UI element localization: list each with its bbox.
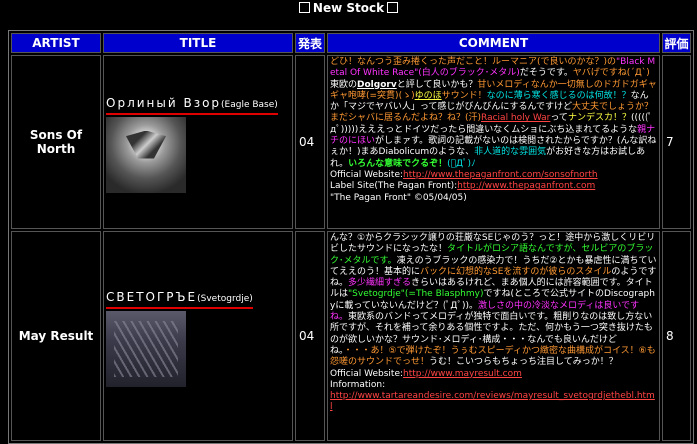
comment-text: バックに幻想的なSEを流すのが彼らのスタイル xyxy=(420,266,612,277)
album-title-main: Орлиный Взор xyxy=(106,95,222,110)
comment-cell: んな？①からクラシック譲りの荘厳なSEじゃのう？っと！途中から激しくリビリビした… xyxy=(327,231,660,441)
website-link[interactable]: http://www.thepaganfront.com/sonsofnorth xyxy=(403,170,598,180)
comment-text: って xyxy=(550,113,568,124)
comment-text: ゆのほ xyxy=(414,90,442,101)
comment-text: どひ！なんつう歪み捲くった声だこと！ルーマニア(で良いのかな？)の xyxy=(330,57,617,67)
table-row: May Result СВЕТОГРЪЕ(Svetogrdje) 04 んな？①… xyxy=(11,231,691,441)
comment-text: だそうです。 xyxy=(519,68,573,79)
comment-text: ヤバげですね(´Д`) xyxy=(572,68,650,79)
album-title: СВЕТОГРЪЕ(Svetogrdje) xyxy=(106,289,253,309)
website-label: Official Website: xyxy=(330,169,404,180)
information-label: Information: xyxy=(330,379,386,390)
checkbox-icon xyxy=(298,2,310,13)
comment-link[interactable]: Racial holy War xyxy=(481,113,550,123)
rating-cell: 8 xyxy=(662,231,691,441)
table-row: Sons Of North Орлиный Взор(Eagle Base) 0… xyxy=(11,55,691,229)
comment-text: なのに薄ら寒く感じるのは何故！？ xyxy=(486,90,631,101)
comment-text: ナンデスカ！？ xyxy=(567,113,631,124)
comment-text: 東欧の xyxy=(330,79,358,90)
label-site-label: Label Site(The Pagan Front): xyxy=(330,181,458,192)
comment-text: 多少繊細すぎる xyxy=(348,278,412,289)
release-date-cell: 04 xyxy=(295,55,325,229)
column-header-comment: COMMENT xyxy=(327,33,660,53)
album-title: Орлиный Взор(Eagle Base) xyxy=(106,95,278,115)
column-header-date: 発表 xyxy=(295,33,325,53)
artist-cell: Sons Of North xyxy=(11,55,101,229)
stock-table: ARTIST TITLE 発表 COMMENT 評価 Sons Of North… xyxy=(8,30,694,444)
column-header-title: TITLE xyxy=(103,33,293,53)
release-date-cell: 04 xyxy=(295,231,325,441)
label-site-link[interactable]: http://www.thepaganfront.com xyxy=(457,181,595,191)
rating-cell: 7 xyxy=(662,55,691,229)
comment-text: うむ！こいつらもちょっち注目してみっか！？ xyxy=(429,357,618,368)
comment-text: サウンド！ xyxy=(441,90,487,101)
comment-text: "Svetogrdje"(=The Blasphmy) xyxy=(348,289,484,300)
column-header-artist: ARTIST xyxy=(11,33,101,53)
album-title-sub: (Svetogrdje) xyxy=(197,293,253,304)
page-heading: New Stock xyxy=(0,0,697,25)
website-link[interactable]: http://www.mayresult.com xyxy=(403,369,522,379)
information-link[interactable]: http://www.tartareandesire.com/reviews/m… xyxy=(330,391,655,412)
table-header-row: ARTIST TITLE 発表 COMMENT 評価 xyxy=(11,33,691,53)
comment-text: いろんな意味でクるぞ！ xyxy=(348,158,448,169)
column-header-rating: 評価 xyxy=(662,33,691,53)
album-cover-image[interactable] xyxy=(106,116,186,193)
comment-footer: "The Pagan Front" ©05/04/05) xyxy=(330,192,467,203)
comment-text: 非人道的な雰囲気 xyxy=(474,147,547,158)
comment-cell: どひ！なんつう歪み捲くった声だこと！ルーマニア(で良いのかな？)の"Black … xyxy=(327,55,660,229)
title-cell: СВЕТОГРЪЕ(Svetogrdje) xyxy=(103,231,293,441)
checkbox-icon xyxy=(387,2,399,13)
album-title-sub: (Eagle Base) xyxy=(221,99,278,110)
comment-text: Dolgorv xyxy=(357,79,397,90)
album-cover-image[interactable] xyxy=(106,310,186,387)
page-heading-text: New Stock xyxy=(312,1,385,15)
website-label: Official Website: xyxy=(330,368,404,379)
album-title-main: СВЕТОГРЪЕ xyxy=(106,289,198,304)
artist-cell: May Result xyxy=(11,231,101,441)
comment-text: (ﾟДﾟ)ﾉ xyxy=(447,158,476,169)
title-cell: Орлиный Взор(Eagle Base) xyxy=(103,55,293,229)
comment-text: と評して良いかも？ xyxy=(396,79,478,90)
